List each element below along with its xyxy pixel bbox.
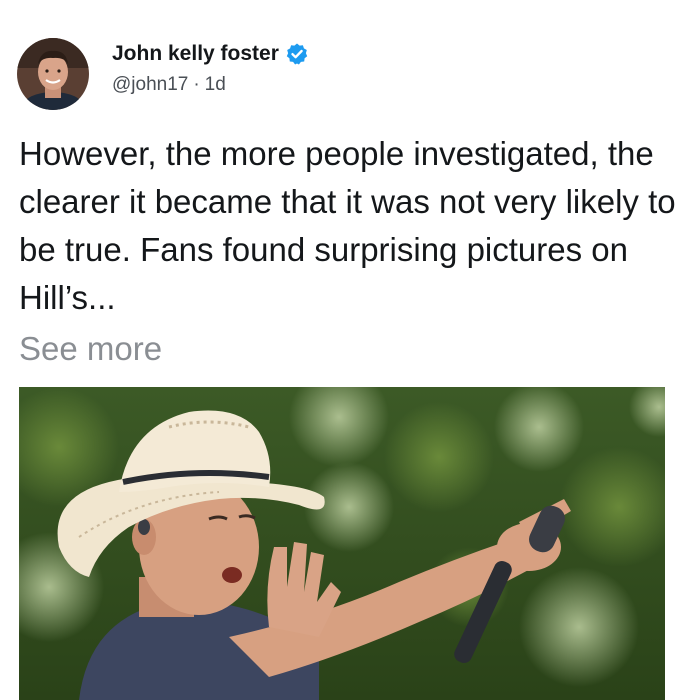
- verified-badge-icon: [285, 42, 309, 66]
- meta-separator: ·: [193, 74, 200, 95]
- see-more-link[interactable]: See more: [19, 325, 162, 373]
- author-handle[interactable]: @john17: [112, 74, 188, 95]
- performer-photo: [19, 387, 665, 700]
- post-timestamp[interactable]: 1d: [205, 74, 226, 95]
- avatar-photo: [17, 38, 89, 110]
- post-text: However, the more people investigated, t…: [19, 135, 676, 316]
- post-media-photo[interactable]: [19, 387, 665, 700]
- author-identity: John kelly foster @john17 · 1d: [112, 40, 309, 96]
- post-header: John kelly foster @john17 · 1d: [17, 38, 309, 110]
- social-post: John kelly foster @john17 · 1d However, th…: [0, 0, 700, 700]
- name-row: John kelly foster: [112, 40, 309, 68]
- author-meta: @john17 · 1d: [112, 74, 309, 96]
- author-name[interactable]: John kelly foster: [112, 42, 279, 66]
- avatar[interactable]: [17, 38, 89, 110]
